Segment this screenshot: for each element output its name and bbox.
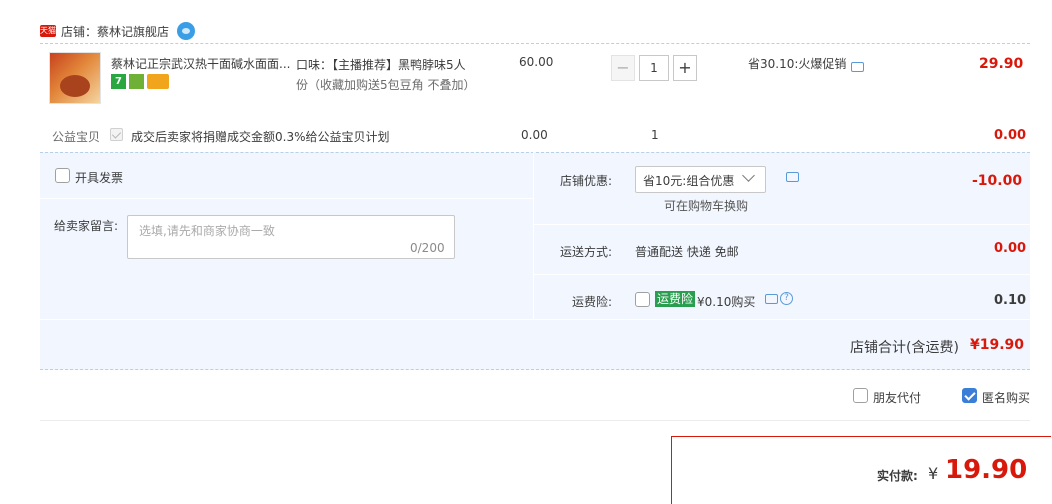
- invoice-label[interactable]: 开具发票: [75, 169, 123, 186]
- friend-pay-checkbox[interactable]: [853, 388, 868, 403]
- charity-qty: 1: [651, 128, 659, 142]
- panel-divider: [40, 319, 1030, 320]
- seven-day-return-icon[interactable]: 7: [111, 74, 126, 89]
- payment-value: 19.90: [945, 455, 1028, 485]
- shop-header: 天猫 店铺：蔡林记旗舰店: [40, 20, 196, 42]
- wangwang-chat-icon[interactable]: [177, 22, 196, 40]
- panel-divider: [40, 198, 533, 199]
- shop-subtotal-value: ¥19.90: [970, 337, 1025, 353]
- shipping-amount: 0.00: [994, 241, 1027, 256]
- product-thumbnail[interactable]: [49, 52, 101, 104]
- friend-pay-label[interactable]: 朋友代付: [873, 389, 921, 406]
- sku-info: 口味：【主播推荐】黑鸭脖味5人 份（收藏加购送5包豆角 不叠加）: [296, 55, 481, 95]
- comment-icon[interactable]: [765, 293, 778, 304]
- help-icon[interactable]: ?: [780, 292, 793, 305]
- charity-price: 0.00: [521, 128, 548, 142]
- message-label: 给卖家留言:: [54, 219, 119, 233]
- promotion-text: 省30.10:火爆促销: [748, 57, 847, 71]
- insurance-checkbox[interactable]: [635, 292, 650, 307]
- service-icons: 7: [111, 74, 169, 89]
- shop-name[interactable]: 店铺：蔡林记旗舰店: [61, 23, 169, 40]
- promotion-info: 省30.10:火爆促销: [748, 55, 865, 72]
- tmall-icon: 天猫: [40, 25, 56, 37]
- insurance-label: 运费险:: [572, 295, 613, 309]
- quantity-stepper: − 1 +: [611, 55, 697, 81]
- decrease-button[interactable]: −: [611, 55, 635, 81]
- swap-hint: 可在购物车换购: [664, 199, 749, 213]
- invoice-checkbox[interactable]: [55, 168, 70, 183]
- shipping-method: 普通配送 快递 免邮: [635, 245, 739, 259]
- anonymous-label[interactable]: 匿名购买: [982, 389, 1030, 406]
- credit-card-icon[interactable]: [147, 74, 169, 89]
- increase-button[interactable]: +: [673, 55, 697, 81]
- divider: [40, 152, 1030, 153]
- payment-label: 实付款:: [877, 469, 918, 483]
- divider: [40, 420, 1030, 421]
- comment-icon[interactable]: [851, 61, 865, 72]
- shop-discount-selected[interactable]: 省10元:组合优惠: [643, 172, 734, 189]
- comment-icon[interactable]: [786, 172, 799, 182]
- message-char-count: 0/200: [410, 241, 445, 255]
- quantity-input[interactable]: 1: [639, 55, 669, 81]
- insurance-tag: 运费险: [655, 291, 696, 307]
- insurance-icons: ?: [765, 292, 793, 305]
- charity-total: 0.00: [994, 128, 1027, 143]
- sku-line: 口味：【主播推荐】黑鸭脖味5人: [296, 58, 466, 72]
- charity-checkbox: [110, 128, 123, 141]
- product-title[interactable]: 蔡林记正宗武汉热干面碱水面面...: [111, 55, 291, 71]
- sku-line: 份（收藏加购送5包豆角 不叠加）: [296, 78, 476, 92]
- divider: [40, 43, 1030, 44]
- guarantee-icon[interactable]: [129, 74, 144, 89]
- charity-label: 公益宝贝: [52, 130, 101, 144]
- insurance-price: ¥0.10购买: [697, 295, 756, 309]
- unit-price: 60.00: [519, 55, 554, 69]
- panel-divider: [534, 274, 1030, 275]
- charity-text: 成交后卖家将捐赠成交金额0.3%给公益宝贝计划: [131, 130, 390, 144]
- shop-discount-value: -10.00: [972, 173, 1023, 189]
- shop-discount-label: 店铺优惠:: [560, 174, 613, 188]
- insurance-amount: 0.10: [994, 293, 1027, 308]
- panel-divider: [533, 152, 534, 319]
- shop-subtotal-label: 店铺合计(含运费): [850, 340, 959, 356]
- panel-divider: [534, 224, 1030, 225]
- item-total: 29.90: [979, 56, 1024, 72]
- message-placeholder: 选填,请先和商家协商一致: [139, 224, 275, 238]
- anonymous-checkbox[interactable]: [962, 388, 977, 403]
- shipping-label: 运送方式:: [560, 245, 613, 259]
- payment-currency: ¥: [928, 464, 939, 483]
